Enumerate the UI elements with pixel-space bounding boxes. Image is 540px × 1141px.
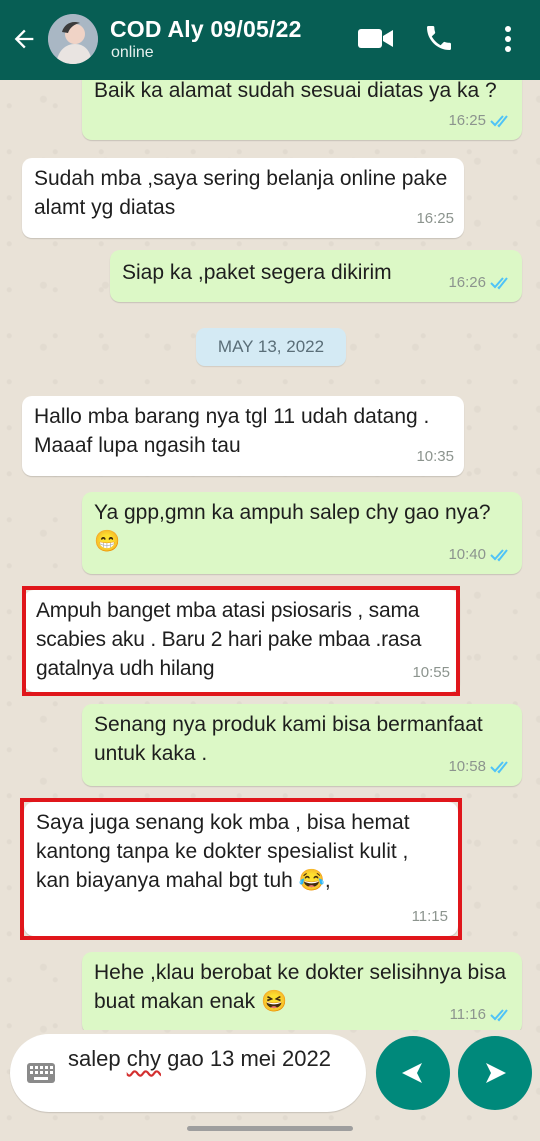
- send-button[interactable]: [458, 1036, 532, 1110]
- message-time: 16:25: [448, 112, 486, 129]
- input-text-part: gao 13 mei 2022: [160, 1046, 331, 1071]
- video-call-icon[interactable]: [356, 24, 396, 52]
- read-ticks-icon: [490, 114, 508, 127]
- more-menu-icon[interactable]: [496, 22, 520, 56]
- message-bubble-incoming[interactable]: Sudah mba ,saya sering belanja online pa…: [22, 158, 464, 238]
- message-time: 10:58: [448, 758, 486, 775]
- message-bubble-incoming[interactable]: Hallo mba barang nya tgl 11 udah datang …: [22, 396, 464, 476]
- message-time: 11:16: [449, 1006, 486, 1023]
- read-ticks-icon: [490, 1008, 508, 1021]
- message-meta: 11:16: [450, 1000, 512, 1029]
- phone-icon[interactable]: [423, 22, 455, 54]
- avatar-image: [48, 14, 98, 64]
- message-input-text[interactable]: salep chy gao 13 mei 2022: [68, 1044, 348, 1073]
- message-bubble-outgoing[interactable]: Siap ka ,paket segera dikirim 16:26: [110, 250, 522, 302]
- message-text: Hallo mba barang nya tgl 11 udah datang …: [34, 405, 436, 457]
- message-meta: 16:25: [416, 204, 454, 233]
- message-time: 16:25: [416, 210, 454, 227]
- message-text: Baik ka alamat sudah sesuai diatas ya ka…: [94, 80, 497, 102]
- message-bubble-outgoing[interactable]: Baik ka alamat sudah sesuai diatas ya ka…: [82, 80, 522, 140]
- message-meta: 16:26: [448, 268, 512, 297]
- back-arrow-icon[interactable]: [10, 25, 38, 53]
- contact-status: online: [111, 44, 154, 61]
- highlight-box: [22, 586, 460, 696]
- highlight-box: [20, 798, 462, 940]
- read-ticks-icon: [490, 276, 508, 289]
- message-bubble-outgoing[interactable]: Ya gpp,gmn ka ampuh salep chy gao nya? 😁…: [82, 492, 522, 574]
- send-icon: [486, 1063, 506, 1083]
- message-meta: 10:40: [448, 540, 512, 569]
- message-input[interactable]: salep chy gao 13 mei 2022: [10, 1034, 366, 1112]
- message-time: 10:40: [448, 546, 486, 563]
- message-bubble-outgoing[interactable]: Senang nya produk kami bisa bermanfaat u…: [82, 704, 522, 786]
- keyboard-icon[interactable]: [26, 1062, 56, 1084]
- message-time: 10:35: [416, 448, 454, 465]
- chat-header: COD Aly 09/05/22 online: [0, 0, 540, 80]
- misspelled-word[interactable]: chy: [127, 1046, 161, 1071]
- message-text: Sudah mba ,saya sering belanja online pa…: [34, 167, 454, 219]
- contact-name[interactable]: COD Aly 09/05/22: [110, 16, 302, 43]
- message-meta: 10:35: [416, 442, 454, 471]
- message-meta: 16:25: [448, 106, 512, 135]
- chat-area[interactable]: Baik ka alamat sudah sesuai diatas ya ka…: [0, 80, 540, 1030]
- message-bubble-outgoing[interactable]: Hehe ,klau berobat ke dokter selisihnya …: [82, 952, 522, 1030]
- message-time: 16:26: [448, 274, 486, 291]
- prev-button[interactable]: [376, 1036, 450, 1110]
- message-text: Hehe ,klau berobat ke dokter selisihnya …: [94, 961, 512, 1013]
- message-meta: 10:58: [448, 752, 512, 781]
- input-text-part: salep: [68, 1046, 127, 1071]
- read-ticks-icon: [490, 760, 508, 773]
- home-indicator[interactable]: [187, 1126, 353, 1131]
- prev-arrow-icon: [402, 1063, 422, 1083]
- date-separator: MAY 13, 2022: [196, 328, 346, 366]
- read-ticks-icon: [490, 548, 508, 561]
- avatar[interactable]: [48, 14, 98, 64]
